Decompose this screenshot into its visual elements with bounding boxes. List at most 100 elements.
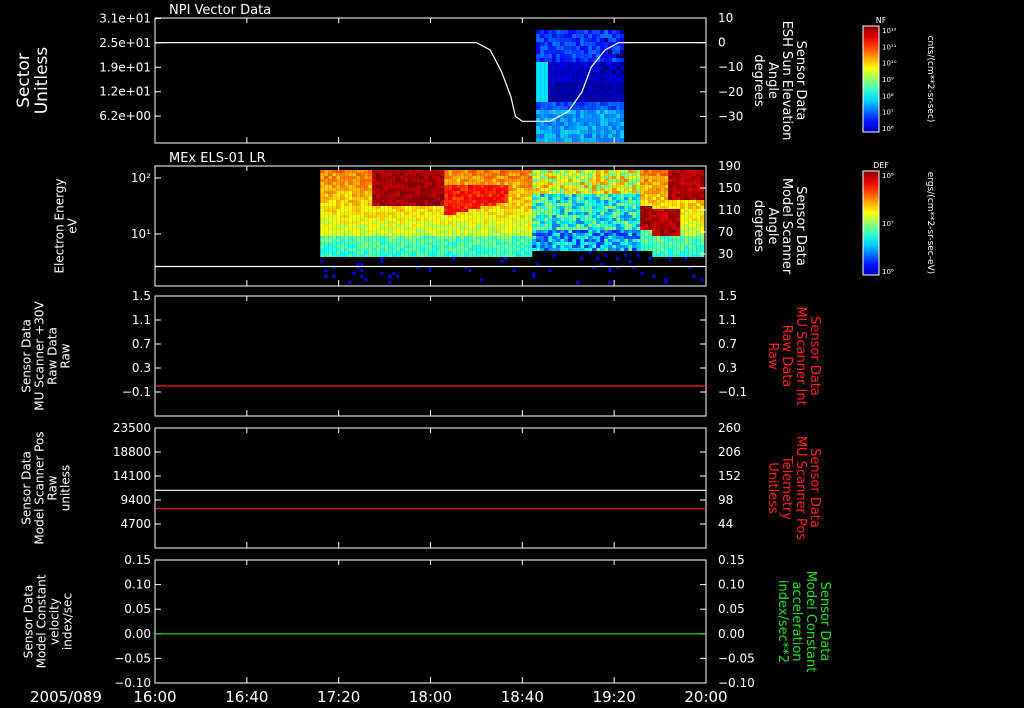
- els-pixel: [624, 233, 629, 236]
- npi-pixel: [616, 130, 621, 134]
- npi-pixel: [576, 126, 581, 130]
- els-pixel: [636, 179, 641, 182]
- els-pixel: [428, 176, 433, 179]
- npi-pixel: [588, 34, 593, 38]
- els-pixel: [484, 242, 489, 245]
- npi-pixel: [596, 98, 601, 102]
- els-pixel: [552, 188, 557, 191]
- els-pixel: [336, 206, 341, 209]
- els-pixel: [544, 233, 549, 236]
- els-pixel: [624, 248, 629, 251]
- npi-pixel: [552, 134, 557, 138]
- npi-pixel: [548, 110, 553, 114]
- els-pixel: [532, 173, 537, 176]
- els-pixel: [376, 194, 381, 197]
- npi-pixel: [592, 78, 597, 82]
- npi-pixel: [584, 30, 589, 34]
- els-pixel: [652, 248, 657, 251]
- els-pixel: [588, 209, 593, 212]
- els-pixel: [536, 242, 541, 245]
- els-pixel: [488, 185, 493, 188]
- els-pixel: [416, 203, 421, 206]
- npi-pixel: [600, 66, 605, 70]
- els-pixel: [320, 242, 325, 245]
- els-pixel: [580, 194, 585, 197]
- els-pixel: [420, 176, 425, 179]
- els-pixel: [632, 185, 637, 188]
- els-pixel: [536, 221, 541, 224]
- els-pixel: [332, 242, 337, 245]
- els-pixel: [536, 185, 541, 188]
- els-pixel: [640, 239, 645, 242]
- els-pixel: [440, 200, 445, 203]
- els-pixel: [468, 215, 473, 218]
- els-pixel: [388, 173, 393, 176]
- npi-pixel: [600, 58, 605, 62]
- els-pixel: [672, 233, 677, 236]
- npi-pixel: [552, 114, 557, 118]
- els-pixel: [408, 170, 413, 173]
- npi-pixel: [568, 70, 573, 74]
- els-pixel: [588, 233, 593, 236]
- npi-pixel: [552, 62, 557, 66]
- els-pixel: [676, 194, 681, 197]
- els-pixel: [580, 239, 585, 242]
- els-pixel: [468, 185, 473, 188]
- els-pixel: [620, 224, 625, 227]
- els-pixel: [692, 239, 697, 242]
- npi-pixel: [556, 34, 561, 38]
- els-pixel: [388, 233, 393, 236]
- els-pixel: [448, 173, 453, 176]
- npi-pixel: [620, 74, 625, 78]
- els-pixel: [376, 176, 381, 179]
- npi-pixel: [608, 94, 613, 98]
- els-pixel: [396, 194, 401, 197]
- els-pixel: [628, 176, 633, 179]
- ylabel-line: Sensor Data: [22, 585, 36, 659]
- els-pixel: [596, 239, 601, 242]
- npi-pixel: [560, 134, 565, 138]
- els-pixel: [452, 242, 457, 245]
- els-pixel: [504, 257, 508, 260]
- els-pixel: [328, 179, 333, 182]
- npi-pixel: [604, 38, 609, 42]
- els-pixel: [440, 179, 445, 182]
- els-pixel: [444, 248, 449, 251]
- npi-pixel: [580, 74, 585, 78]
- els-pixel: [568, 206, 573, 209]
- els-pixel: [608, 233, 613, 236]
- els-pixel: [640, 233, 645, 236]
- els-pixel: [592, 200, 597, 203]
- els-pixel: [564, 197, 569, 200]
- els-pixel: [352, 236, 357, 239]
- els-pixel: [464, 254, 469, 257]
- ytick-label: 0.3: [132, 361, 151, 375]
- colorbar: [862, 25, 880, 133]
- npi-pixel: [560, 50, 565, 54]
- els-pixel: [328, 212, 333, 215]
- els-pixel: [428, 221, 433, 224]
- els-pixel: [548, 197, 553, 200]
- y2tick-label: −30: [718, 109, 743, 123]
- els-pixel: [468, 221, 473, 224]
- els-pixel: [676, 197, 681, 200]
- y2label-line: Raw: [765, 342, 780, 370]
- els-pixel: [400, 200, 405, 203]
- els-pixel: [544, 188, 549, 191]
- els-pixel: [572, 209, 577, 212]
- els-pixel: [692, 224, 697, 227]
- els-pixel: [436, 245, 441, 248]
- els-pixel: [388, 191, 393, 194]
- els-pixel: [324, 251, 329, 254]
- npi-pixel: [548, 50, 553, 54]
- els-pixel: [544, 209, 549, 212]
- els-pixel: [568, 194, 573, 197]
- els-pixel: [540, 188, 545, 191]
- els-pixel: [556, 215, 561, 218]
- els-pixel: [556, 242, 561, 245]
- els-pixel: [612, 203, 617, 206]
- els-pixel: [424, 242, 429, 245]
- npi-pixel: [568, 46, 573, 50]
- els-pixel: [388, 200, 393, 203]
- els-pixel: [600, 200, 605, 203]
